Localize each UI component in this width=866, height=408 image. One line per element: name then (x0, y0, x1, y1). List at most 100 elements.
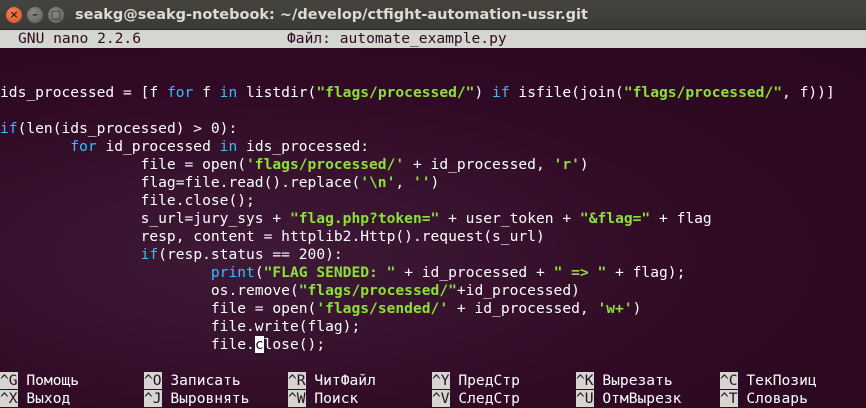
shortcut-item[interactable]: ^Y ПредСтр (432, 372, 520, 390)
shortcut-item[interactable]: ^X Выход (0, 390, 70, 408)
shortcut-label: Словарь (737, 390, 808, 407)
shortcut-item[interactable]: ^C ТекПозиц (720, 372, 817, 390)
code-token: resp, content = httplib2.Http().request(… (0, 228, 545, 245)
code-token: in (219, 138, 238, 155)
code-token: if (0, 120, 18, 137)
code-token: if (492, 84, 510, 101)
code-token: + flag); (606, 264, 686, 281)
code-line: if(resp.status == 200): (0, 246, 835, 264)
code-token: 'w+' (597, 300, 633, 317)
code-line: ids_processed = [f for f in listdir( "fla… (0, 84, 835, 102)
code-token: ids_processed = [f (0, 84, 167, 101)
code-token: +id_processed) (456, 282, 580, 299)
shortcut-key: ^O (144, 372, 162, 389)
shortcut-label: Записать (161, 372, 241, 389)
code-token: ( (254, 264, 264, 281)
code-token: ) (474, 84, 493, 101)
code-token: flag=file.read().replace( (0, 174, 361, 191)
shortcut-key: ^W (288, 390, 306, 407)
nano-version: GNU nano 2.2.6 (18, 30, 142, 47)
shortcut-key: ^U (576, 390, 594, 407)
code-line: file.close(); (0, 192, 835, 210)
code-token: id_processed (96, 138, 220, 155)
code-token: "flags/processed/" (298, 282, 457, 299)
code-token: + flag (650, 210, 712, 227)
code-token: listdir( (237, 84, 317, 101)
code-token: print (210, 264, 255, 281)
close-window-button[interactable]: × (6, 7, 22, 23)
code-line: file = open('flags/processed/' + id_proc… (0, 156, 835, 174)
shortcut-key: ^C (720, 372, 738, 389)
code-line: file.close(); (0, 336, 835, 354)
code-line: file.write(flag); (0, 318, 835, 336)
shortcut-key: ^Y (432, 372, 450, 389)
terminal-area[interactable]: GNU nano 2.2.6 Файл: automate_example.py… (0, 30, 866, 408)
shortcut-item[interactable]: ^U ОтмВырезк (576, 390, 681, 408)
shortcut-label: Вырезать (593, 372, 673, 389)
code-line: if(len(ids_processed) > 0): (0, 120, 835, 138)
shortcut-label: Помощь (17, 372, 80, 389)
code-token: f (193, 84, 220, 101)
code-line: os.remove("flags/processed/"+id_processe… (0, 282, 835, 300)
code-token: "&flag=" (579, 210, 651, 227)
window-titlebar: × – □ seakg@seakg-notebook: ~/develop/ct… (0, 0, 866, 30)
shortcut-item[interactable]: ^J Выровнять (144, 390, 249, 408)
shortcut-label: ОтмВырезк (593, 390, 682, 407)
code-token: file.write(flag); (0, 318, 361, 335)
shortcut-label: ТекПозиц (737, 372, 817, 389)
code-token: + id_processed, (404, 156, 554, 173)
shortcut-item[interactable]: ^R ЧитФайл (288, 372, 376, 390)
shortcut-item[interactable]: ^V СледСтр (432, 390, 520, 408)
code-token: file = open( (0, 156, 247, 173)
code-token: '\n' (360, 174, 396, 191)
shortcut-label: Выровнять (161, 390, 250, 407)
code-token: + id_processed, (448, 300, 598, 317)
code-line: s_url=jury_sys + "flag.php?token=" + use… (0, 210, 835, 228)
maximize-window-button[interactable]: □ (48, 7, 64, 23)
nano-header-bar: GNU nano 2.2.6 Файл: automate_example.py (0, 30, 866, 48)
code-line: resp, content = httplib2.Http().request(… (0, 228, 835, 246)
code-token: file.close(); (0, 192, 255, 209)
code-token: if (140, 246, 159, 263)
code-token: ) (579, 156, 589, 173)
shortcut-item[interactable]: ^K Вырезать (576, 372, 673, 390)
shortcut-key: ^X (0, 390, 18, 407)
minimize-window-button[interactable]: – (27, 7, 43, 23)
shortcut-key: ^T (720, 390, 738, 407)
shortcut-label: ПредСтр (449, 372, 520, 389)
code-token: " => " (553, 264, 607, 281)
code-token: ) (430, 174, 440, 191)
code-token: ids_processed: (237, 138, 370, 155)
code-token: os.remove( (0, 282, 299, 299)
shortcut-item[interactable]: ^W Поиск (288, 390, 358, 408)
code-token: "flag.php?token=" (289, 210, 440, 227)
shortcut-item[interactable]: ^O Записать (144, 372, 241, 390)
code-line: for id_processed in ids_processed: (0, 138, 835, 156)
code-token: '' (412, 174, 431, 191)
text-cursor: c (254, 336, 264, 353)
code-token: 'flags/processed/' (246, 156, 405, 173)
code-token: "flags/processed/" (623, 84, 783, 101)
shortcut-item[interactable]: ^G Помощь (0, 372, 79, 390)
shortcut-key: ^G (0, 372, 18, 389)
code-token: + user_token + (439, 210, 580, 227)
code-token: file = open( (0, 300, 317, 317)
code-token: in (219, 84, 238, 101)
code-token: , (395, 174, 413, 191)
code-editor[interactable]: ids_processed = [f for f in listdir( "fla… (0, 66, 835, 354)
code-token: isfile(join( (509, 84, 624, 101)
shortcut-label: СледСтр (449, 390, 520, 407)
code-token: file. (0, 336, 255, 353)
window-title: seakg@seakg-notebook: ~/develop/ctfight-… (75, 7, 588, 23)
shortcut-key: ^K (576, 372, 594, 389)
shortcut-label: Выход (17, 390, 71, 407)
code-token: , f))] (782, 84, 835, 101)
code-token: + id_processed + (395, 264, 554, 281)
shortcut-key: ^R (288, 372, 306, 389)
code-token: s_url=jury_sys + (0, 210, 290, 227)
code-token: "FLAG SENDED: " (263, 264, 396, 281)
code-token: for (166, 84, 194, 101)
shortcut-item[interactable]: ^T Словарь (720, 390, 808, 408)
